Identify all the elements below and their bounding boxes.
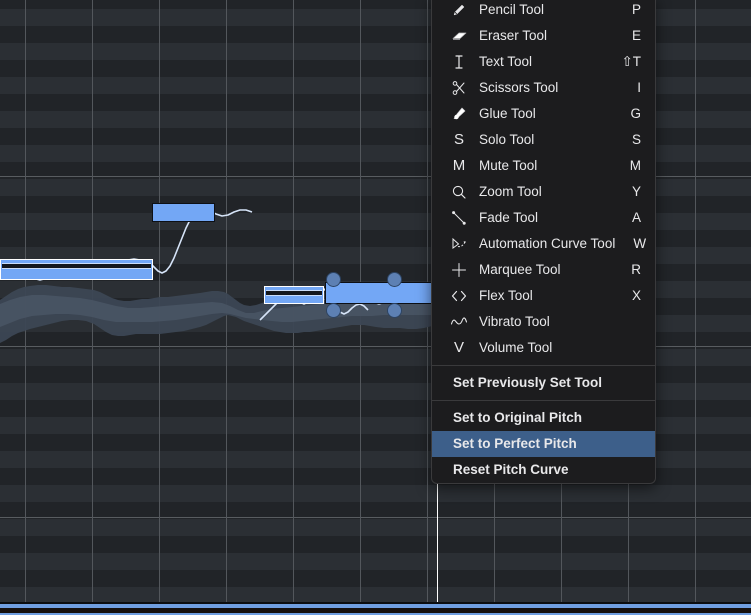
pitch-blob-bar — [2, 263, 151, 269]
pitch-blob-bar — [266, 290, 322, 296]
letter-v-icon: V — [453, 339, 464, 356]
menu-item-marquee-tool[interactable]: Marquee Tool R — [432, 257, 655, 283]
sine-wave-icon — [446, 314, 472, 330]
menu-item-set-to-perfect-pitch[interactable]: Set to Perfect Pitch — [432, 431, 655, 457]
flex-pitch-editor-window: Pencil Tool P Eraser Tool E Text Tool ⇧T Sciss… — [0, 0, 751, 615]
pitch-handle[interactable] — [326, 272, 341, 287]
menu-item-glue-tool[interactable]: Glue Tool G — [432, 101, 655, 127]
menu-item-shortcut: X — [631, 288, 641, 303]
menu-item-mute-tool[interactable]: M Mute Tool M — [432, 153, 655, 179]
menu-item-label: Marquee Tool — [479, 262, 561, 277]
menu-item-zoom-tool[interactable]: Zoom Tool Y — [432, 179, 655, 205]
text-cursor-icon — [446, 54, 472, 70]
menu-item-solo-tool[interactable]: S Solo Tool S — [432, 127, 655, 153]
menu-separator — [432, 400, 655, 401]
menu-item-reset-pitch-curve[interactable]: Reset Pitch Curve — [432, 457, 655, 483]
automation-curve-icon — [446, 236, 472, 252]
fade-icon — [446, 210, 472, 226]
menu-item-label: Volume Tool — [479, 340, 553, 355]
menu-item-label: Eraser Tool — [479, 28, 548, 43]
menu-item-shortcut: E — [631, 28, 641, 43]
flex-arrows-icon — [446, 288, 472, 304]
blob-2[interactable] — [152, 203, 215, 222]
menu-separator — [432, 365, 655, 366]
menu-item-text-tool[interactable]: Text Tool ⇧T — [432, 49, 655, 75]
menu-item-label: Mute Tool — [479, 158, 538, 173]
pitch-lane — [0, 553, 751, 570]
menu-item-eraser-tool[interactable]: Eraser Tool E — [432, 23, 655, 49]
blob-1[interactable] — [0, 259, 153, 280]
glue-icon — [446, 106, 472, 122]
pitch-lane — [0, 570, 751, 587]
blob-4[interactable] — [325, 282, 445, 304]
menu-item-scissors-tool[interactable]: Scissors Tool I — [432, 75, 655, 101]
menu-item-flex-tool[interactable]: Flex Tool X — [432, 283, 655, 309]
pitch-lane — [0, 519, 751, 536]
menu-item-label: Solo Tool — [479, 132, 535, 147]
pitch-handle[interactable] — [387, 303, 402, 318]
menu-item-fade-tool[interactable]: Fade Tool A — [432, 205, 655, 231]
pitch-lane — [0, 536, 751, 553]
menu-item-set-previously-set-tool[interactable]: Set Previously Set Tool — [432, 370, 655, 396]
pencil-icon — [446, 2, 472, 18]
menu-item-shortcut: Y — [631, 184, 641, 199]
menu-item-label: Set to Perfect Pitch — [453, 436, 577, 451]
menu-item-label: Text Tool — [479, 54, 533, 69]
crosshair-icon — [446, 262, 472, 278]
menu-item-label: Set to Original Pitch — [453, 410, 583, 425]
eraser-icon — [446, 28, 472, 44]
letter-m-icon: M — [452, 157, 466, 174]
menu-item-shortcut: P — [631, 2, 641, 17]
menu-item-shortcut: A — [631, 210, 641, 225]
menu-item-pencil-tool[interactable]: Pencil Tool P — [432, 0, 655, 23]
menu-item-shortcut: M — [629, 158, 641, 173]
letter-s-icon: S — [453, 131, 464, 148]
menu-item-shortcut: ⇧T — [621, 54, 641, 69]
menu-item-label: Vibrato Tool — [479, 314, 550, 329]
pitch-handle[interactable] — [326, 303, 341, 318]
menu-item-volume-tool[interactable]: V Volume Tool — [432, 335, 655, 361]
menu-item-shortcut: I — [637, 80, 641, 95]
blob-3[interactable] — [264, 286, 324, 304]
menu-item-label: Scissors Tool — [479, 80, 559, 95]
menu-item-set-to-original-pitch[interactable]: Set to Original Pitch — [432, 405, 655, 431]
bar-line — [695, 0, 696, 615]
menu-item-shortcut: R — [631, 262, 641, 277]
menu-item-label: Reset Pitch Curve — [453, 462, 569, 477]
menu-item-automation-curve-tool[interactable]: Automation Curve Tool W — [432, 231, 655, 257]
menu-item-label: Flex Tool — [479, 288, 533, 303]
pitch-lane — [0, 485, 751, 502]
menu-item-label: Glue Tool — [479, 106, 536, 121]
menu-item-label: Zoom Tool — [479, 184, 542, 199]
pitch-handle[interactable] — [387, 272, 402, 287]
menu-item-shortcut: S — [631, 132, 641, 147]
menu-item-label: Automation Curve Tool — [479, 236, 616, 251]
magnifier-icon — [446, 184, 472, 200]
menu-item-shortcut: W — [633, 236, 647, 251]
scissors-icon — [446, 80, 472, 96]
menu-item-label: Pencil Tool — [479, 2, 545, 17]
menu-item-label: Set Previously Set Tool — [453, 375, 603, 390]
tool-context-menu[interactable]: Pencil Tool P Eraser Tool E Text Tool ⇧T Sciss… — [431, 0, 656, 484]
menu-item-shortcut: G — [630, 106, 641, 121]
menu-item-vibrato-tool[interactable]: Vibrato Tool — [432, 309, 655, 335]
menu-item-label: Fade Tool — [479, 210, 539, 225]
octave-line — [0, 517, 751, 518]
